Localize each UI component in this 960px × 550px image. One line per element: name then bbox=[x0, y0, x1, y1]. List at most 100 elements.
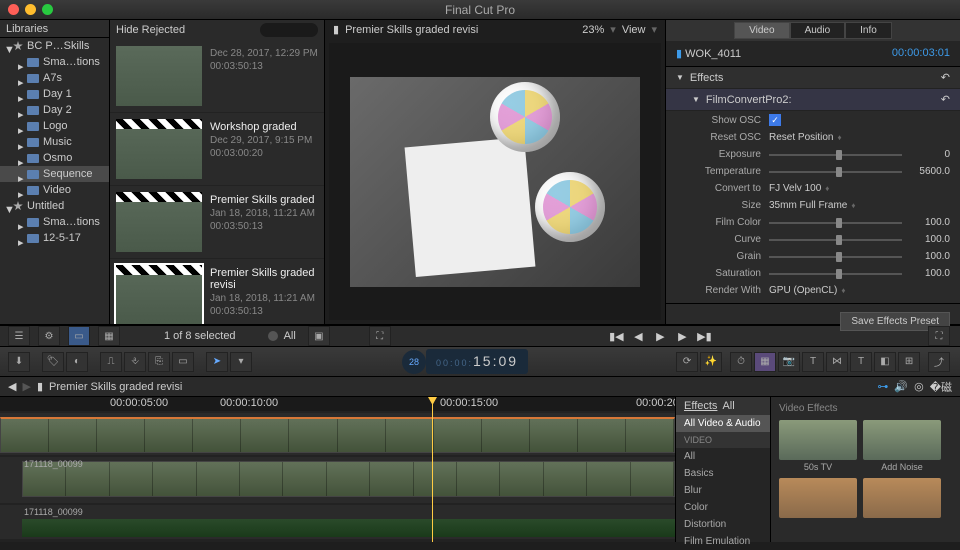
retiming-icon[interactable]: ⏱ bbox=[730, 352, 752, 372]
list-view-icon[interactable]: ☰ bbox=[8, 326, 30, 346]
playhead[interactable] bbox=[432, 397, 433, 542]
param-value[interactable]: 100.0 bbox=[910, 217, 950, 228]
param-value[interactable]: 0 bbox=[910, 149, 950, 160]
inspector-tab-audio[interactable]: Audio bbox=[790, 22, 846, 39]
video-clip[interactable] bbox=[0, 417, 675, 453]
slider[interactable] bbox=[769, 171, 902, 173]
fullscreen-icon[interactable]: ⛶ bbox=[928, 326, 950, 346]
event-item[interactable]: ▸Sequence bbox=[0, 166, 109, 182]
grid-view-icon[interactable]: ▦ bbox=[98, 326, 120, 346]
themes-icon[interactable]: ◧ bbox=[874, 352, 896, 372]
play-button[interactable]: ▶ bbox=[651, 328, 669, 344]
viewer-zoom[interactable]: 23% bbox=[582, 24, 604, 36]
dropdown[interactable]: Reset Position ♦ bbox=[769, 132, 842, 143]
event-item[interactable]: ▸A7s bbox=[0, 70, 109, 86]
chevron-down-icon[interactable]: ▼ bbox=[676, 73, 684, 82]
dropdown[interactable]: FJ Velv 100 ♦ bbox=[769, 183, 829, 194]
dropdown[interactable]: GPU (OpenCL) ♦ bbox=[769, 285, 845, 296]
timeline-back-icon[interactable]: ◀ bbox=[8, 380, 16, 393]
slider[interactable] bbox=[769, 273, 902, 275]
backgrounds-icon[interactable]: ⊞ bbox=[898, 352, 920, 372]
param-value[interactable]: 100.0 bbox=[910, 234, 950, 245]
transitions-icon[interactable]: ⋈ bbox=[826, 352, 848, 372]
checkbox[interactable]: ✓ bbox=[769, 114, 781, 126]
hide-rejected-menu[interactable]: Hide Rejected bbox=[116, 24, 185, 36]
next-frame-button[interactable]: ▶ bbox=[673, 328, 691, 344]
effect-item[interactable] bbox=[863, 478, 941, 520]
viewer-view-menu[interactable]: View bbox=[622, 24, 646, 36]
filter-all[interactable]: All bbox=[284, 330, 296, 342]
dropdown[interactable]: 35mm Full Frame ♦ bbox=[769, 200, 855, 211]
bg-task-icon[interactable]: ◐ bbox=[66, 352, 88, 372]
disclosure-icon[interactable]: ▸ bbox=[18, 92, 23, 97]
disclosure-icon[interactable]: ▸ bbox=[18, 60, 23, 65]
event-item[interactable]: ▸Logo bbox=[0, 118, 109, 134]
disclosure-icon[interactable]: ▸ bbox=[18, 124, 23, 129]
param-value[interactable]: 100.0 bbox=[910, 251, 950, 262]
effect-category[interactable]: Film Emulation bbox=[676, 533, 770, 550]
effect-category[interactable]: Blur bbox=[676, 482, 770, 499]
library-item[interactable]: ▼Untitled bbox=[0, 198, 109, 214]
slider[interactable] bbox=[769, 256, 902, 258]
window-max[interactable] bbox=[42, 4, 53, 15]
disclosure-icon[interactable]: ▼ bbox=[4, 44, 9, 49]
slider[interactable] bbox=[769, 222, 902, 224]
slider[interactable] bbox=[769, 154, 902, 156]
gear-icon[interactable]: ⚙ bbox=[38, 326, 60, 346]
prev-frame-button[interactable]: ◀ bbox=[629, 328, 647, 344]
append-icon[interactable]: ⎘ bbox=[148, 352, 170, 372]
timeline-fwd-icon[interactable]: ▶ bbox=[22, 380, 30, 393]
effects-tab[interactable]: Effects bbox=[684, 400, 717, 412]
import-icon[interactable]: ⬇ bbox=[8, 352, 30, 372]
filter-dot-icon[interactable] bbox=[268, 331, 278, 341]
library-item[interactable]: ▼BC P…Skills bbox=[0, 38, 109, 54]
event-item[interactable]: ▸Sma…tions bbox=[0, 54, 109, 70]
disclosure-icon[interactable]: ▸ bbox=[18, 108, 23, 113]
effect-category[interactable]: Basics bbox=[676, 465, 770, 482]
disclosure-icon[interactable]: ▸ bbox=[18, 220, 23, 225]
clip-thumbnail[interactable] bbox=[116, 265, 202, 324]
disclosure-icon[interactable]: ▸ bbox=[18, 140, 23, 145]
arrow-tool-icon[interactable]: ➤ bbox=[206, 352, 228, 372]
tag-icon[interactable]: 🏷 bbox=[42, 352, 64, 372]
prev-edit-button[interactable]: ▮◀ bbox=[607, 328, 625, 344]
event-item[interactable]: ▸Music bbox=[0, 134, 109, 150]
event-item[interactable]: ▸Sma…tions bbox=[0, 214, 109, 230]
clip-thumbnail[interactable] bbox=[116, 192, 202, 252]
disclosure-icon[interactable]: ▸ bbox=[18, 188, 23, 193]
timecode-display[interactable]: 00:00:15:09 bbox=[426, 349, 528, 374]
transform-icon[interactable]: ⛶ bbox=[369, 326, 391, 346]
keyword-icon[interactable]: ▣ bbox=[308, 326, 330, 346]
tool-menu-icon[interactable]: ▾ bbox=[230, 352, 252, 372]
browser-clip[interactable]: Dec 28, 2017, 12:29 PM00:03:50:13 bbox=[110, 40, 324, 113]
filmstrip-view-icon[interactable]: ▭ bbox=[68, 326, 90, 346]
clip-thumbnail[interactable] bbox=[116, 46, 202, 106]
insert-icon[interactable]: ⎀ bbox=[124, 352, 146, 372]
inspector-tab-info[interactable]: Info bbox=[845, 22, 892, 39]
solo-icon[interactable]: ◎ bbox=[914, 380, 924, 393]
generators-icon[interactable]: T bbox=[850, 352, 872, 372]
event-item[interactable]: ▸Day 1 bbox=[0, 86, 109, 102]
param-value[interactable]: 5600.0 bbox=[910, 166, 950, 177]
effect-item[interactable]: Add Noise bbox=[863, 420, 941, 472]
skimming-icon[interactable]: ⊶ bbox=[877, 380, 888, 393]
next-edit-button[interactable]: ▶▮ bbox=[695, 328, 713, 344]
disclosure-icon[interactable]: ▸ bbox=[18, 156, 23, 161]
undo-icon[interactable]: ↶ bbox=[941, 93, 950, 106]
disclosure-icon[interactable]: ▸ bbox=[18, 172, 23, 177]
search-input[interactable] bbox=[260, 23, 318, 37]
param-value[interactable]: 100.0 bbox=[910, 268, 950, 279]
dashboard-icon[interactable]: 28 bbox=[402, 350, 426, 374]
chevron-down-icon[interactable]: ▼ bbox=[692, 95, 700, 104]
window-close[interactable] bbox=[8, 4, 19, 15]
audio-skim-icon[interactable]: 🔊 bbox=[894, 380, 908, 393]
effect-category[interactable]: All bbox=[676, 448, 770, 465]
disclosure-icon[interactable]: ▸ bbox=[18, 76, 23, 81]
slider[interactable] bbox=[769, 239, 902, 241]
filter-name[interactable]: FilmConvertPro2: bbox=[706, 94, 792, 106]
timeline-area[interactable]: 00:00:05:0000:00:10:0000:00:15:0000:00:2… bbox=[0, 397, 675, 542]
browser-clip[interactable]: Premier Skills graded revisiJan 18, 2018… bbox=[110, 259, 324, 324]
effect-item[interactable]: 50s TV bbox=[779, 420, 857, 472]
effects-browser-icon[interactable]: ▦ bbox=[754, 352, 776, 372]
effects-group[interactable]: All Video & Audio bbox=[676, 415, 770, 432]
